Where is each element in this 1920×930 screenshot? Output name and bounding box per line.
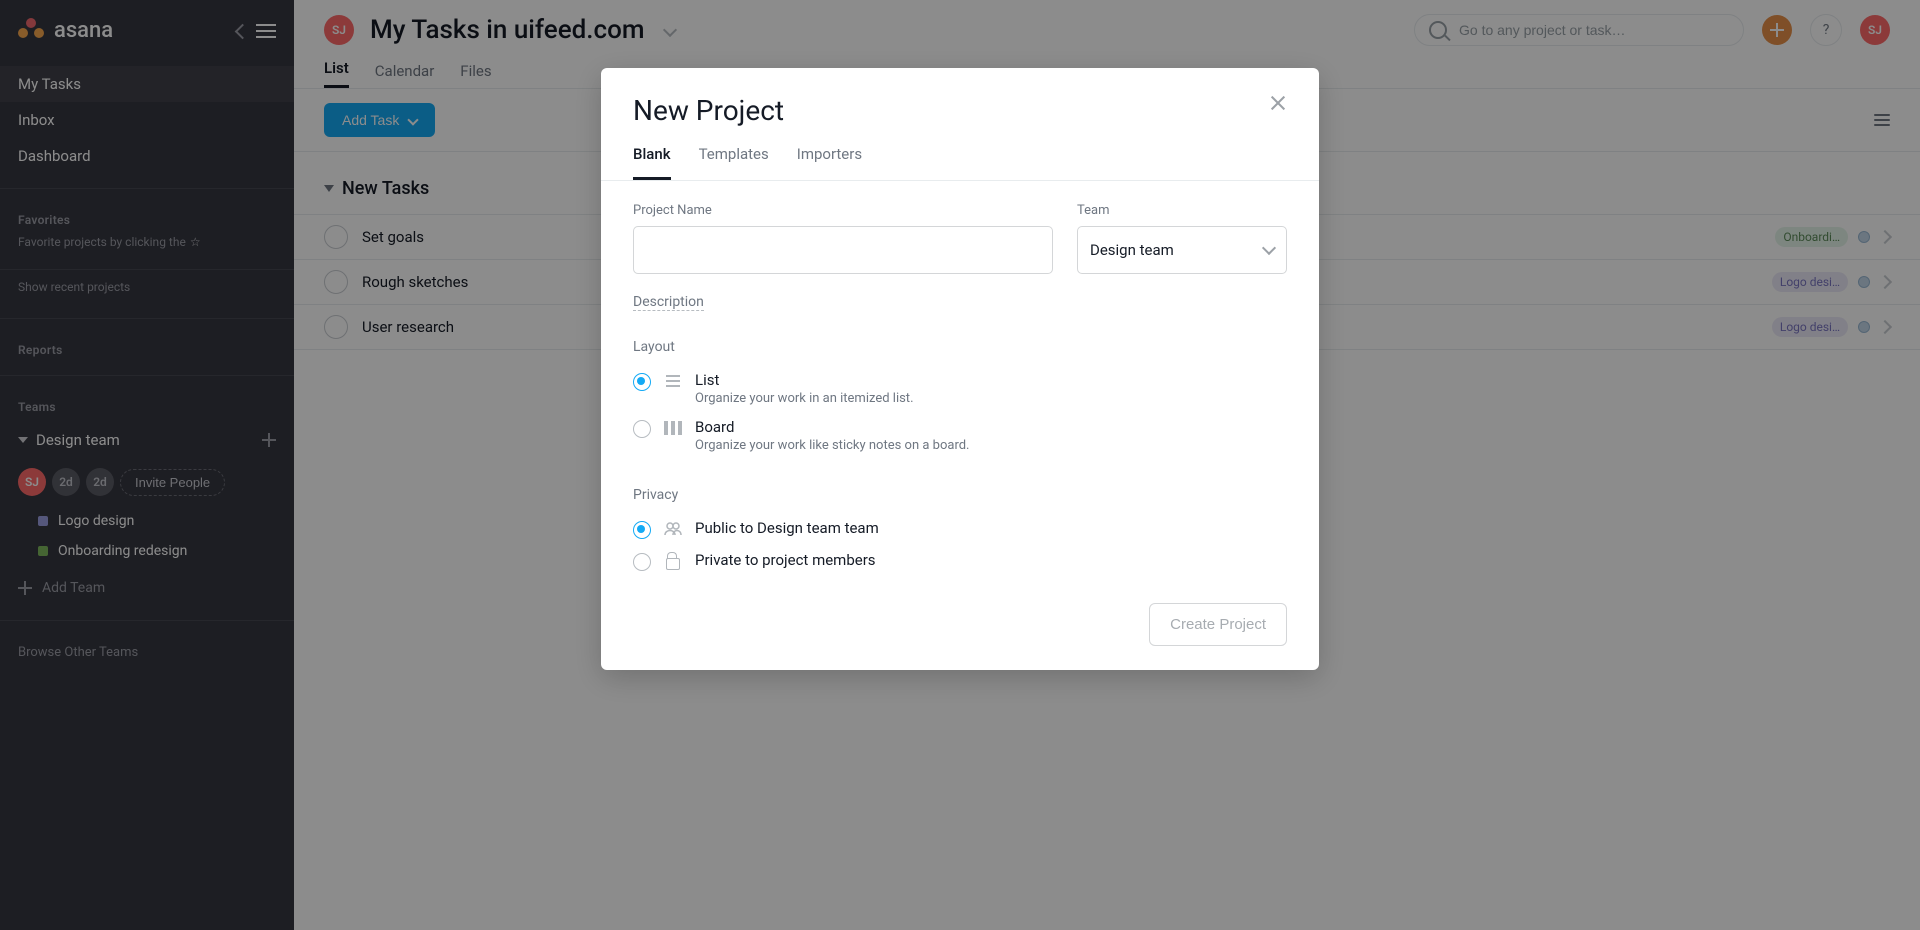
modal-overlay[interactable]: New Project Blank Templates Importers Pr… [0, 0, 1920, 930]
create-project-button[interactable]: Create Project [1149, 603, 1287, 646]
modal-tab-importers[interactable]: Importers [797, 145, 862, 180]
team-selected-value: Design team [1090, 241, 1174, 259]
lock-icon [663, 551, 683, 571]
people-icon [663, 519, 683, 539]
project-name-input[interactable] [633, 226, 1053, 274]
list-icon [663, 371, 683, 391]
radio-icon[interactable] [633, 553, 651, 571]
privacy-option-title: Public to Design team team [695, 519, 879, 537]
team-label: Team [1077, 203, 1287, 218]
privacy-section-title: Privacy [633, 487, 1287, 503]
modal-tab-templates[interactable]: Templates [699, 145, 769, 180]
modal-tabs: Blank Templates Importers [601, 127, 1319, 181]
layout-section-title: Layout [633, 339, 1287, 355]
new-project-modal: New Project Blank Templates Importers Pr… [601, 68, 1319, 670]
privacy-option-public[interactable]: Public to Design team team [633, 513, 1287, 545]
privacy-option-title: Private to project members [695, 551, 876, 569]
team-select[interactable]: Design team [1077, 226, 1287, 274]
radio-icon[interactable] [633, 373, 651, 391]
radio-icon[interactable] [633, 420, 651, 438]
chevron-down-icon [1262, 241, 1276, 255]
layout-option-title: Board [695, 418, 970, 436]
project-name-label: Project Name [633, 203, 1053, 218]
layout-option-list[interactable]: List Organize your work in an itemized l… [633, 365, 1287, 412]
close-button[interactable] [1269, 94, 1287, 112]
board-icon [663, 418, 683, 438]
modal-tab-blank[interactable]: Blank [633, 145, 671, 180]
add-description-link[interactable]: Description [633, 294, 704, 311]
privacy-option-private[interactable]: Private to project members [633, 545, 1287, 577]
layout-option-sub: Organize your work in an itemized list. [695, 391, 914, 406]
layout-option-sub: Organize your work like sticky notes on … [695, 438, 970, 453]
layout-option-title: List [695, 371, 914, 389]
layout-option-board[interactable]: Board Organize your work like sticky not… [633, 412, 1287, 459]
modal-title: New Project [633, 94, 784, 127]
radio-icon[interactable] [633, 521, 651, 539]
